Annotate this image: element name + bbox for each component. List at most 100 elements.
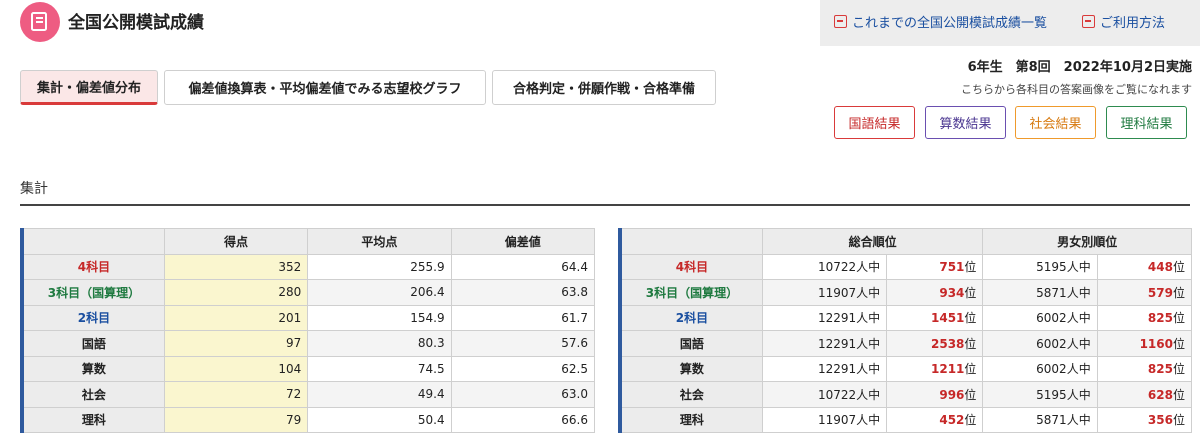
subject-label: 3科目（国算理） — [619, 279, 763, 306]
total-unit: 人中 — [1066, 336, 1091, 351]
tab-summary[interactable]: 集計・偏差値分布 — [20, 70, 158, 105]
total-unit: 人中 — [1066, 311, 1091, 326]
overall-total-value: 12291 — [817, 336, 857, 351]
subject-label: 4科目 — [21, 253, 165, 280]
score-cell: 280 — [163, 279, 309, 306]
average-header: 平均点 — [307, 228, 452, 255]
kokugo-result-button[interactable]: 国語結果 — [834, 106, 915, 139]
subject-label: 2科目 — [619, 304, 763, 331]
rank-unit: 位 — [964, 336, 977, 351]
gender-total-value: 5871 — [1036, 285, 1067, 300]
tab-pass-judgment[interactable]: 合格判定・併願作戦・合格準備 — [492, 70, 716, 105]
subject-label: 国語 — [619, 330, 763, 357]
total-unit: 人中 — [856, 362, 881, 377]
gender-total-cell: 5195人中 — [982, 253, 1098, 280]
link-arrow-icon — [1082, 15, 1095, 28]
exam-note: こちらから各科目の答案画像をご覧になれます — [961, 83, 1192, 96]
page-title: 全国公開模試成績 — [68, 13, 204, 33]
shakai-result-button[interactable]: 社会結果 — [1015, 106, 1096, 139]
gender-rank-cell: 825位 — [1096, 304, 1193, 331]
overall-total-value: 11907 — [817, 413, 857, 428]
total-unit: 人中 — [856, 260, 881, 275]
overall-total-cell: 10722人中 — [761, 253, 888, 280]
gender-rank-value: 825 — [1147, 311, 1173, 326]
table-row: 国語 12291人中 2538位 6002人中 1160位 — [619, 330, 1193, 357]
overall-total-cell: 12291人中 — [761, 355, 888, 382]
subject-label: 社会 — [21, 381, 165, 408]
average-cell: 49.4 — [307, 381, 452, 408]
rank-unit: 位 — [964, 413, 977, 428]
rank-unit: 位 — [1172, 260, 1185, 275]
tab-conversion-graph[interactable]: 偏差値換算表・平均偏差値でみる志望校グラフ — [164, 70, 486, 105]
average-cell: 80.3 — [307, 330, 452, 357]
score-cell: 201 — [163, 304, 309, 331]
rika-result-button[interactable]: 理科結果 — [1106, 106, 1187, 139]
score-cell: 72 — [163, 381, 309, 408]
gender-rank-value: 825 — [1147, 362, 1173, 377]
table-row: 国語 97 80.3 57.6 — [21, 330, 596, 357]
overall-total-value: 11907 — [817, 285, 857, 300]
overall-rank-cell: 2538位 — [886, 330, 984, 357]
deviation-cell: 66.6 — [450, 406, 596, 433]
gender-rank-value: 448 — [1147, 260, 1173, 275]
table-row: 3科目（国算理） 280 206.4 63.8 — [21, 279, 596, 306]
score-cell: 352 — [163, 253, 309, 280]
gender-rank-cell: 628位 — [1096, 381, 1193, 408]
subject-label: 理科 — [619, 406, 763, 433]
overall-rank-value: 2538 — [931, 336, 965, 351]
average-cell: 255.9 — [307, 253, 452, 280]
table-row: 社会 72 49.4 63.0 — [21, 381, 596, 408]
gender-total-value: 5195 — [1036, 260, 1067, 275]
subject-label: 2科目 — [21, 304, 165, 331]
gender-total-value: 6002 — [1036, 336, 1067, 351]
average-cell: 206.4 — [307, 279, 452, 306]
exam-info: 6年生 第8回 2022年10月2日実施 — [967, 60, 1192, 75]
deviation-header: 偏差値 — [450, 228, 596, 255]
total-unit: 人中 — [1066, 285, 1091, 300]
subject-label: 4科目 — [619, 253, 763, 280]
gender-total-cell: 5195人中 — [982, 381, 1098, 408]
gender-rank-cell: 356位 — [1096, 406, 1193, 433]
gender-total-value: 6002 — [1036, 311, 1067, 326]
total-unit: 人中 — [1066, 413, 1091, 428]
table-row: 2科目 201 154.9 61.7 — [21, 304, 596, 331]
score-cell: 97 — [163, 330, 309, 357]
overall-rank-cell: 1451位 — [886, 304, 984, 331]
overall-total-value: 12291 — [817, 362, 857, 377]
gender-rank-cell: 448位 — [1096, 253, 1193, 280]
past-results-link[interactable]: これまでの全国公開模試成績一覧 — [834, 12, 1047, 31]
rank-unit: 位 — [964, 260, 977, 275]
total-unit: 人中 — [1066, 387, 1091, 402]
usage-guide-link[interactable]: ご利用方法 — [1082, 12, 1165, 31]
overall-total-cell: 12291人中 — [761, 330, 888, 357]
gender-total-value: 6002 — [1036, 362, 1067, 377]
gender-total-cell: 5871人中 — [982, 406, 1098, 433]
overall-rank-header: 総合順位 — [761, 228, 984, 255]
gender-total-cell: 6002人中 — [982, 304, 1098, 331]
subject-label: 3科目（国算理） — [21, 279, 165, 306]
total-unit: 人中 — [856, 413, 881, 428]
sansu-result-button[interactable]: 算数結果 — [925, 106, 1006, 139]
table-row: 4科目 352 255.9 64.4 — [21, 253, 596, 280]
overall-rank-cell: 1211位 — [886, 355, 984, 382]
overall-rank-value: 1451 — [931, 311, 965, 326]
score-header: 得点 — [163, 228, 309, 255]
section-divider — [20, 204, 1190, 206]
table-row: 算数 12291人中 1211位 6002人中 825位 — [619, 355, 1193, 382]
deviation-cell: 61.7 — [450, 304, 596, 331]
rank-table-corner — [619, 228, 763, 255]
gender-rank-cell: 1160位 — [1096, 330, 1193, 357]
gender-rank-header: 男女別順位 — [982, 228, 1192, 255]
gender-total-cell: 5871人中 — [982, 279, 1098, 306]
table-row: 算数 104 74.5 62.5 — [21, 355, 596, 382]
gender-total-cell: 6002人中 — [982, 355, 1098, 382]
rank-unit: 位 — [964, 362, 977, 377]
rank-unit: 位 — [964, 387, 977, 402]
overall-rank-value: 751 — [939, 260, 965, 275]
top-links-bar: これまでの全国公開模試成績一覧 ご利用方法 — [820, 0, 1200, 46]
overall-total-cell: 11907人中 — [761, 406, 888, 433]
overall-total-cell: 11907人中 — [761, 279, 888, 306]
overall-total-value: 10722 — [817, 387, 857, 402]
score-cell: 79 — [163, 406, 309, 433]
subject-label: 国語 — [21, 330, 165, 357]
